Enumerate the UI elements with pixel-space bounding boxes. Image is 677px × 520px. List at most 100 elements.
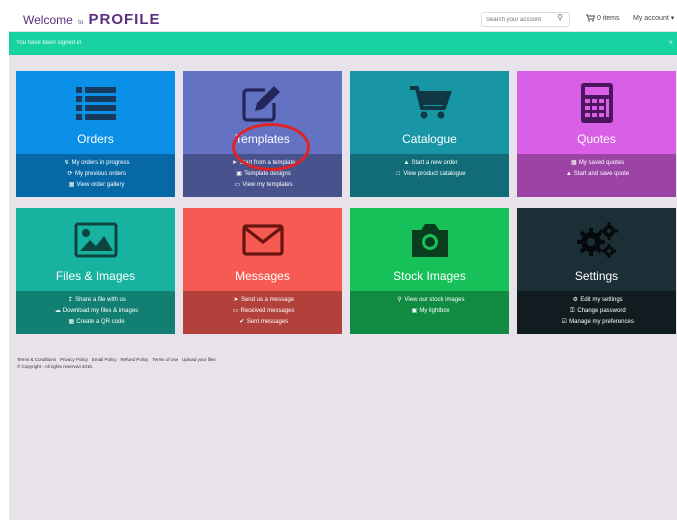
- link-send-message[interactable]: ➤ Send us a message: [183, 295, 342, 306]
- link-received-messages[interactable]: ▭ Received messages: [183, 306, 342, 317]
- footer-links: Terms & Conditions Privacy Policy Email Po…: [17, 356, 220, 363]
- footer-link-terms[interactable]: Terms & Conditions: [17, 357, 56, 362]
- search-input[interactable]: [486, 14, 552, 25]
- key-icon: ⚿: [570, 308, 575, 314]
- tile-quotes[interactable]: Quotes ▦ My saved quotes ▲ Start and save …: [517, 71, 676, 197]
- tile-title: Stock Images: [393, 269, 466, 283]
- picture-icon: [16, 218, 175, 262]
- alert-message: You have been signed in: [16, 40, 82, 46]
- cart-icon: [350, 81, 509, 125]
- footer-link-privacy[interactable]: Privacy Policy: [60, 357, 88, 362]
- tile-title: Messages: [235, 269, 290, 283]
- search-box[interactable]: ⚲: [481, 12, 570, 27]
- tile-title: Quotes: [577, 132, 616, 146]
- footer-link-terms-of-use[interactable]: Terms of use: [152, 357, 178, 362]
- tile-header: Settings: [517, 208, 676, 291]
- tile-links: ▦ My saved quotes ▲ Start and save quote: [517, 154, 676, 197]
- copyright-text: © Copyright - All rights reserved 2016.: [17, 364, 94, 369]
- cart-button[interactable]: 0 items: [586, 14, 620, 22]
- envelope-icon: [183, 218, 342, 262]
- gear-icon: ⚙: [572, 297, 578, 303]
- search-icon[interactable]: ⚲: [557, 13, 563, 22]
- link-share-file[interactable]: ↥ Share a file with us: [16, 295, 175, 306]
- image-icon: ▣: [236, 171, 242, 177]
- tile-header: Messages: [183, 208, 342, 291]
- cloud-icon: ☁: [54, 308, 61, 314]
- tile-settings[interactable]: Settings ⚙ Edit my settings ⚿ Change passw…: [517, 208, 676, 334]
- tile-header: Files & Images: [16, 208, 175, 291]
- tile-links: ⚲ View our stock images ▣ My lightbox: [350, 291, 509, 334]
- tile-files-images[interactable]: Files & Images ↥ Share a file with us ☁ Do…: [16, 208, 175, 334]
- link-template-designs[interactable]: ▣ Template designs: [183, 169, 342, 180]
- check-square-icon: ☑: [561, 319, 567, 325]
- highlight-circle-annotation: [232, 123, 310, 171]
- alert-close-icon[interactable]: ×: [668, 38, 673, 47]
- link-start-new-order[interactable]: ▲ Start a new order: [350, 158, 509, 169]
- history-icon: ⟳: [67, 171, 73, 177]
- list-icon: [16, 81, 175, 125]
- tile-header: Stock Images: [350, 208, 509, 291]
- cart-icon: ▲: [403, 160, 410, 166]
- tile-links: ⚙ Edit my settings ⚿ Change password ☑ Mana…: [517, 291, 676, 334]
- check-icon: ✔: [239, 319, 245, 325]
- tile-title: Orders: [77, 132, 114, 146]
- edit-icon: [183, 81, 342, 125]
- link-download-files[interactable]: ☁ Download my files & images: [16, 306, 175, 317]
- link-orders-in-progress[interactable]: ↯ My orders in progress: [16, 158, 175, 169]
- camera-icon: [350, 218, 509, 262]
- tile-header: Quotes: [517, 71, 676, 154]
- page-footer: Terms & Conditions Privacy Policy Email Po…: [17, 356, 220, 370]
- footer-link-email-policy[interactable]: Email Policy: [92, 357, 117, 362]
- welcome-text: Welcome: [23, 13, 73, 27]
- tile-orders[interactable]: Orders ↯ My orders in progress ⟳ My previo…: [16, 71, 175, 197]
- link-saved-quotes[interactable]: ▦ My saved quotes: [517, 158, 676, 169]
- tile-stock-images[interactable]: Stock Images ⚲ View our stock images ▣ My …: [350, 208, 509, 334]
- welcome-to-text: to: [78, 20, 84, 26]
- tile-messages[interactable]: Messages ➤ Send us a message ▭ Received me…: [183, 208, 342, 334]
- calculator-icon: [517, 81, 676, 125]
- brand-logo[interactable]: Welcome to PROFILE: [23, 11, 161, 28]
- footer-link-upload[interactable]: Upload your files: [182, 357, 216, 362]
- tile-header: Orders: [16, 71, 175, 154]
- tile-links: ↥ Share a file with us ☁ Download my files…: [16, 291, 175, 334]
- share-icon: ↥: [67, 297, 73, 303]
- link-stock-images[interactable]: ⚲ View our stock images: [350, 295, 509, 306]
- link-order-gallery[interactable]: ▦ View order gallery: [16, 180, 175, 191]
- link-view-my-templates[interactable]: ▭ View my templates: [183, 180, 342, 191]
- my-account-dropdown[interactable]: My account ▾: [633, 14, 674, 22]
- tile-title: Files & Images: [55, 269, 136, 283]
- search-icon: ⚲: [397, 297, 402, 303]
- tile-catalogue[interactable]: Catalogue ▲ Start a new order □ View produ…: [350, 71, 509, 197]
- send-icon: ➤: [233, 297, 239, 303]
- browser-viewport: Welcome to PROFILE ⚲ 0 items My account …: [9, 8, 677, 520]
- signed-in-alert: You have been signed in ×: [9, 32, 677, 55]
- inbox-icon: ▭: [232, 308, 239, 314]
- tile-links: ➤ Send us a message ▭ Received messages ✔ S…: [183, 291, 342, 334]
- link-edit-settings[interactable]: ⚙ Edit my settings: [517, 295, 676, 306]
- link-create-qr-code[interactable]: ▦ Create a QR code: [16, 317, 175, 328]
- link-start-save-quote[interactable]: ▲ Start and save quote: [517, 169, 676, 180]
- cart-count: 0 items: [596, 14, 620, 22]
- lightbox-icon: ▣: [411, 308, 418, 314]
- top-navbar: Welcome to PROFILE ⚲ 0 items My account …: [9, 8, 677, 32]
- tile-header: Catalogue: [350, 71, 509, 154]
- catalogue-icon: □: [396, 171, 401, 177]
- cart-icon: [586, 14, 596, 22]
- qr-icon: ▦: [68, 319, 75, 325]
- link-lightbox[interactable]: ▣ My lightbox: [350, 306, 509, 317]
- folder-icon: ▭: [234, 182, 241, 188]
- gears-icon: [517, 218, 676, 262]
- gallery-icon: ▦: [68, 182, 75, 188]
- tile-links: ↯ My orders in progress ⟳ My previous orde…: [16, 154, 175, 197]
- tile-title: Catalogue: [402, 132, 457, 146]
- tile-title: Settings: [574, 269, 619, 283]
- cart-icon: ▲: [565, 171, 572, 177]
- link-product-catalogue[interactable]: □ View product catalogue: [350, 169, 509, 180]
- link-change-password[interactable]: ⚿ Change password: [517, 306, 676, 317]
- save-icon: ▦: [570, 160, 577, 166]
- link-sent-messages[interactable]: ✔ Sent messages: [183, 317, 342, 328]
- tile-links: ▲ Start a new order □ View product catalog…: [350, 154, 509, 197]
- link-manage-preferences[interactable]: ☑ Manage my preferences: [517, 317, 676, 328]
- link-previous-orders[interactable]: ⟳ My previous orders: [16, 169, 175, 180]
- footer-link-refund[interactable]: Refund Policy: [121, 357, 149, 362]
